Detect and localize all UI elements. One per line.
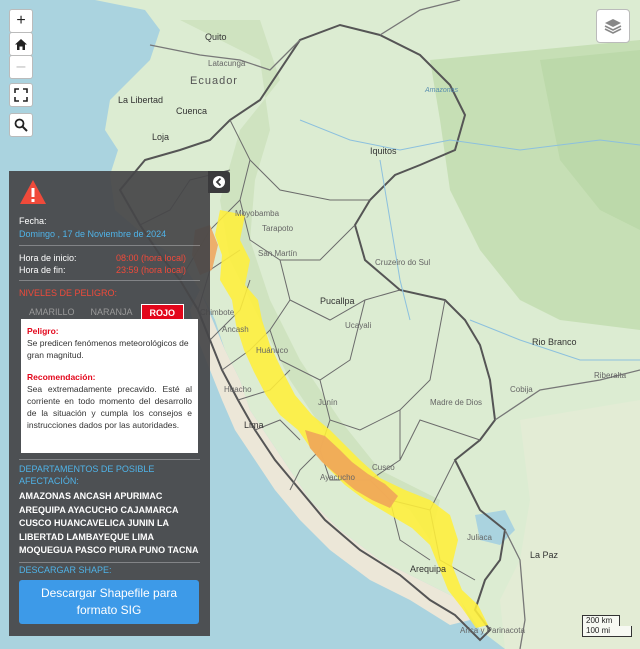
zoom-out-button[interactable]: – <box>9 55 33 79</box>
map-label-loja: Loja <box>152 132 169 142</box>
map-label-cuenca: Cuenca <box>176 106 207 116</box>
arrow-left-icon <box>213 176 225 188</box>
descargar-label: DESCARGAR SHAPE: <box>19 565 112 575</box>
peligro-text: Se predicen fenómenos meteorológicos de … <box>27 338 189 360</box>
hora-inicio-label: Hora de inicio: <box>19 253 77 263</box>
recomendacion-label: Recomendación: <box>27 372 96 382</box>
recomendacion-text: Sea extremadamente precavido. Esté al co… <box>27 384 192 430</box>
home-icon <box>15 38 27 50</box>
map-label-iquitos: Iquitos <box>370 146 397 156</box>
map-label-pucallpa: Pucallpa <box>320 296 355 306</box>
map-label-madre-de-dios: Madre de Dios <box>430 398 482 407</box>
departamentos-list: AMAZONAS ANCASH APURIMAC AREQUIPA AYACUC… <box>19 491 199 555</box>
departamentos-label: DEPARTAMENTOS DE POSIBLE AFECTACIÓN: <box>19 464 155 486</box>
hora-fin-value: 23:59 (hora local) <box>116 265 187 275</box>
map-label-la-libertad: La Libertad <box>118 95 163 105</box>
warning-icon <box>20 180 46 204</box>
scale-mi: 100 mi <box>582 626 632 637</box>
map-label-latacunga: Latacunga <box>208 59 246 68</box>
map-label-cobija: Cobija <box>510 385 533 394</box>
scale-km: 200 km <box>582 615 620 626</box>
map-label-arequipa: Arequipa <box>410 564 446 574</box>
fecha-label: Fecha: <box>19 216 47 226</box>
map-label-lima: Lima <box>244 420 264 430</box>
download-shapefile-button[interactable]: Descargar Shapefile para formato SIG <box>19 580 199 624</box>
zoom-in-button[interactable]: + <box>9 9 33 33</box>
map-label-ayacucho: Ayacucho <box>320 473 356 482</box>
map-label-ucayali: Ucayali <box>345 321 371 330</box>
map-label-riberalta: Riberalta <box>594 371 627 380</box>
map-label-arica: Arica y Parinacota <box>460 626 525 635</box>
search-icon <box>14 118 28 132</box>
map-label-ancash: Ancash <box>222 325 249 334</box>
peligro-label: Peligro: <box>27 326 59 336</box>
layers-icon <box>604 19 622 34</box>
map-label-rio-branco: Rio Branco <box>532 337 577 347</box>
map-label-huacho: Huacho <box>224 385 252 394</box>
map-label-la-paz: La Paz <box>530 550 559 560</box>
map-label-juliaca: Juliaca <box>467 533 492 542</box>
collapse-panel-button[interactable] <box>208 171 230 193</box>
layers-button[interactable] <box>596 9 630 43</box>
search-button[interactable] <box>9 113 33 137</box>
fullscreen-button[interactable] <box>9 83 33 107</box>
nivel-description: Peligro: Se predicen fenómenos meteoroló… <box>21 319 198 453</box>
map-label-tarapoto: Tarapoto <box>262 224 294 233</box>
map-label-ecuador: Ecuador <box>190 75 238 87</box>
fullscreen-icon <box>14 88 28 102</box>
home-button[interactable] <box>9 32 33 56</box>
map-label-cusco: Cusco <box>372 463 395 472</box>
map-scale: 200 km 100 mi <box>582 615 632 637</box>
map-label-moyobamba: Moyobamba <box>235 209 280 218</box>
niveles-label: NIVELES DE PELIGRO: <box>19 288 118 298</box>
map-label-quito: Quito <box>205 32 227 42</box>
fecha-value: Domingo , 17 de Noviembre de 2024 <box>19 229 167 239</box>
map-label-amazonas: Amazonas <box>424 87 459 94</box>
map-label-cruzeiro: Cruzeiro do Sul <box>375 258 430 267</box>
hora-fin-label: Hora de fin: <box>19 265 66 275</box>
map-label-huanuco: Huánuco <box>256 346 289 355</box>
map-label-junin: Junín <box>318 398 338 407</box>
hora-inicio-value: 08:00 (hora local) <box>116 253 187 263</box>
map-label-san-martin: San Martín <box>258 249 297 258</box>
alert-panel: Fecha: Domingo , 17 de Noviembre de 2024… <box>9 171 210 636</box>
